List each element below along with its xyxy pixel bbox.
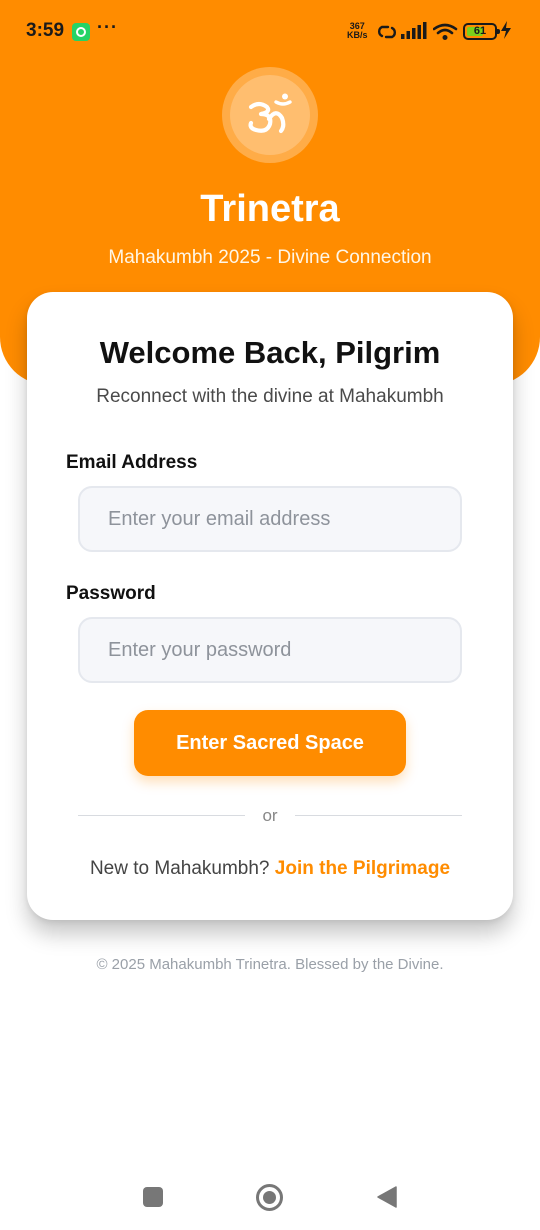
welcome-title: Welcome Back, Pilgrim [99, 335, 441, 370]
divider-line-right [295, 815, 462, 816]
om-symbol-icon [248, 93, 292, 134]
home-circle-icon[interactable] [256, 1184, 283, 1211]
join-pilgrimage-link[interactable]: Join the Pilgrimage [275, 858, 450, 879]
hotspot-link-icon [376, 24, 398, 45]
status-bar: 3:59 ··· 367 KB/s 61 [0, 0, 540, 64]
welcome-subtitle: Reconnect with the divine at Mahakumbh [96, 386, 444, 407]
wifi-icon [432, 23, 459, 46]
login-card: Welcome Back, Pilgrim Reconnect with the… [27, 292, 513, 920]
password-input[interactable] [78, 617, 462, 683]
signup-prompt: New to Mahakumbh? [89, 858, 270, 879]
enter-sacred-space-button[interactable]: Enter Sacred Space [134, 710, 406, 776]
logo-inner-ring [230, 75, 310, 155]
status-time: 3:59 [26, 20, 65, 41]
app-logo [222, 67, 318, 163]
password-label: Password [66, 583, 156, 604]
app-subtitle: Mahakumbh 2025 - Divine Connection [108, 247, 432, 268]
more-notifications-icon: ··· [97, 17, 118, 37]
network-speed: 367 KB/s [347, 22, 368, 40]
email-label: Email Address [66, 452, 198, 473]
recents-square-icon[interactable] [143, 1187, 163, 1207]
network-speed-unit: KB/s [347, 30, 368, 40]
email-input[interactable] [78, 486, 462, 552]
charging-bolt-icon [500, 20, 512, 45]
app-title: Trinetra [200, 188, 340, 230]
signal-strength-icon [401, 22, 427, 45]
signup-row: New to Mahakumbh? Join the Pilgrimage [27, 858, 513, 880]
battery-icon: 61 [463, 23, 500, 40]
battery-level: 61 [473, 25, 487, 37]
footer-copyright: © 2025 Mahakumbh Trinetra. Blessed by th… [96, 956, 444, 973]
back-triangle-icon[interactable] [377, 1186, 397, 1213]
whatsapp-icon [72, 23, 90, 41]
divider-or: or [262, 806, 278, 825]
